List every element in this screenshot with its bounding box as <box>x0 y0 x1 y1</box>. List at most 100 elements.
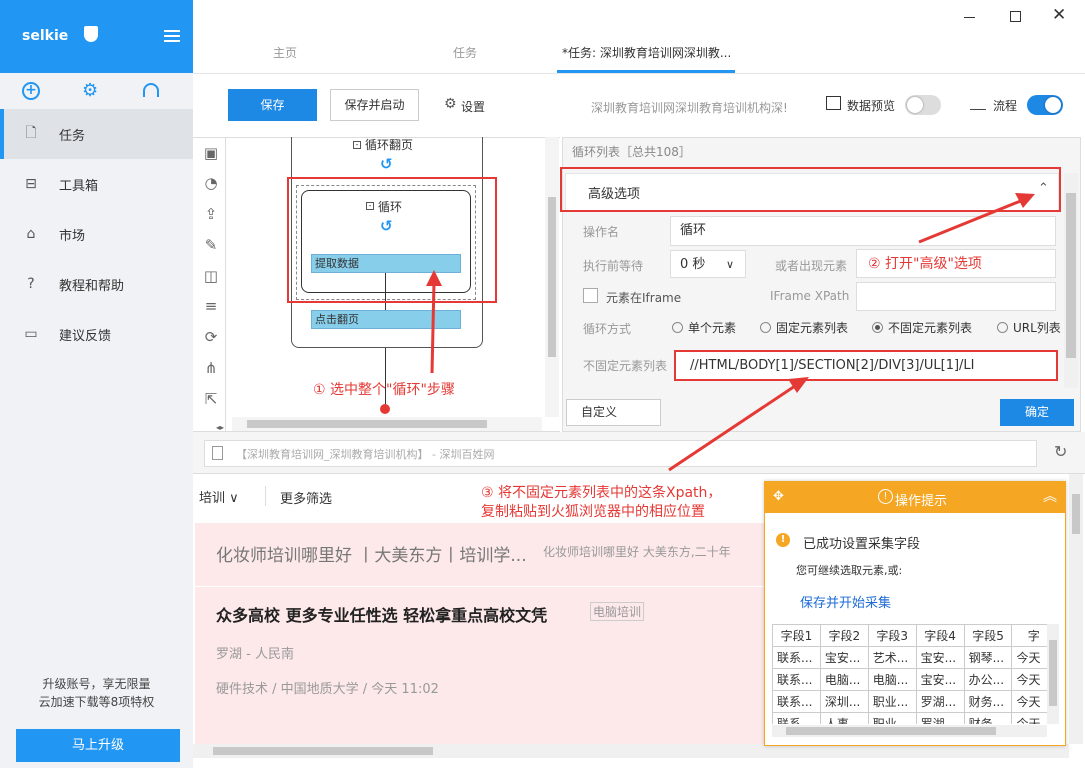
table-header-cell: 字段3 <box>867 624 917 647</box>
info-icon: ! <box>878 489 893 504</box>
table-cell: 电脑... <box>867 668 917 691</box>
page-hscrollbar[interactable] <box>193 744 1069 758</box>
settings-link[interactable]: 设置 <box>461 98 485 115</box>
custom-button[interactable]: 自定义 <box>566 399 661 426</box>
expand-icon[interactable]: ◂▸ <box>216 423 224 432</box>
settings-gear-icon[interactable]: ⚙ <box>444 96 457 112</box>
mode-url-list[interactable]: URL列表 <box>997 319 1061 336</box>
task-title: 深圳教育培训网深圳教育培训机构深! <box>591 101 788 115</box>
collapse-up-icon[interactable]: ︽ <box>1043 486 1057 506</box>
table-cell: 人事... <box>819 712 869 724</box>
listing-2-title[interactable]: 众多高校 更多专业任性选 轻松拿重点高校文凭 <box>216 602 547 626</box>
loop-icon[interactable]: ⟳ <box>201 328 221 348</box>
table-header-cell: 字段2 <box>819 624 869 647</box>
bag-icon: ⌂ <box>26 226 36 242</box>
annotation-3-line2: 复制粘贴到火狐浏览器中的相应位置 <box>481 504 705 520</box>
table-cell: 联系... <box>772 712 821 724</box>
mode-single[interactable]: 单个元素 <box>672 319 736 336</box>
mouse-icon[interactable]: ◔ <box>201 174 221 194</box>
sidebar-item-help[interactable]: ? 教程和帮助 <box>0 259 193 309</box>
annotation-arrow-3 <box>668 377 809 472</box>
table-cell: 宝安... <box>915 668 965 691</box>
branch-icon[interactable]: ⋔ <box>201 359 221 379</box>
tab-home[interactable]: 主页 <box>273 44 297 61</box>
chevron-down-icon: ∨ <box>726 258 735 271</box>
collapse-icon[interactable]: - <box>353 141 361 149</box>
table-cell: 办公... <box>963 668 1013 691</box>
capture-icon[interactable]: ◫ <box>201 267 221 287</box>
divider <box>225 137 226 432</box>
iframe-xpath-input[interactable] <box>856 282 1056 311</box>
radio-icon <box>872 322 883 333</box>
table-header-row: 字段1 字段2 字段3 字段4 字段5 字 <box>772 624 1056 647</box>
wait-select[interactable]: 0 秒 ∨ <box>670 250 746 278</box>
pointer-icon[interactable]: ⇱ <box>201 390 221 410</box>
flow-end-icon <box>380 404 390 414</box>
table-row[interactable]: 联系... 电脑... 电脑... 宝安... 办公... 今天 <box>772 668 1056 691</box>
table-header-cell: 字段4 <box>915 624 965 647</box>
flow-vscrollbar[interactable] <box>545 137 559 417</box>
save-button[interactable]: 保存 <box>228 89 317 121</box>
mode-label: URL列表 <box>1013 321 1061 335</box>
annotation-1: ① 选中整个"循环"步骤 <box>313 382 455 398</box>
table-scrollbar[interactable] <box>1047 624 1059 724</box>
upload-icon[interactable]: ⇪ <box>201 205 221 225</box>
iframe-checkbox[interactable] <box>583 288 598 303</box>
tab-current-task[interactable]: *任务: 深圳教育培训网深圳教... <box>562 44 731 61</box>
insert-icon[interactable]: ▣ <box>201 144 221 164</box>
table-cell: 电脑... <box>819 668 869 691</box>
more-filters[interactable]: 更多筛选 <box>280 488 332 507</box>
annotation-3-line1: ③ 将不固定元素列表中的这条Xpath， <box>481 485 722 501</box>
annotation-box-loop <box>287 177 497 303</box>
sidebar-item-market[interactable]: ⌂ 市场 <box>0 209 193 259</box>
page-icon <box>212 446 223 460</box>
sidebar-item-label: 任务 <box>59 128 86 144</box>
refresh-icon[interactable]: ↻ <box>1054 442 1067 461</box>
gear-icon[interactable]: ⚙ <box>82 80 98 101</box>
listing-1-desc: 化妆师培训哪里好 大美东方,二十年 <box>543 545 731 559</box>
headset-icon[interactable] <box>143 83 159 97</box>
table-hscrollbar[interactable] <box>772 725 1047 737</box>
table-row[interactable]: 联系... 人事... 职业... 罗湖... 财务... 今天 <box>772 712 1056 724</box>
listing-1-title[interactable]: 化妆师培训哪里好 丨大美东方丨培训学... <box>216 541 527 566</box>
page-scrollbar[interactable] <box>1069 474 1083 744</box>
fields-table-container: 字段1 字段2 字段3 字段4 字段5 字 联系... 宝安... 艺术... 宝安... 钢琴.… <box>772 624 1056 724</box>
move-icon[interactable]: ✥ <box>773 489 784 504</box>
flow-hscrollbar[interactable] <box>232 417 542 431</box>
table-header-cell: 字段1 <box>772 624 821 647</box>
mode-label: 不固定元素列表 <box>888 321 973 335</box>
tip-title: 操作提示 <box>895 494 948 509</box>
ok-button[interactable]: 确定 <box>1000 399 1074 426</box>
app-logo: selkie <box>22 28 69 44</box>
mode-fixed-list[interactable]: 固定元素列表 <box>760 319 848 336</box>
close-icon[interactable]: ✕ <box>1052 5 1066 25</box>
add-icon[interactable]: + <box>22 82 40 100</box>
list-icon[interactable]: ≡ <box>201 297 221 317</box>
flow-toggle[interactable] <box>1027 95 1063 115</box>
listing-2-tag: 电脑培训 <box>590 602 645 621</box>
data-preview-toggle[interactable] <box>905 95 941 115</box>
tip-continue: 您可继续选取元素,或: <box>796 564 903 577</box>
tab-tasks[interactable]: 任务 <box>453 44 477 61</box>
loop-arrow-icon: ↺ <box>380 155 393 173</box>
sidebar-item-toolbox[interactable]: ⊟ 工具箱 <box>0 159 193 209</box>
panel-scrollbar[interactable] <box>1064 173 1078 388</box>
table-row[interactable]: 联系... 深圳... 职业... 罗湖... 财务... 今天 <box>772 690 1056 713</box>
menu-icon[interactable] <box>164 30 180 42</box>
minimize-icon[interactable] <box>964 17 975 18</box>
edit-icon[interactable]: ✎ <box>201 236 221 256</box>
toolbox-icon: ⊟ <box>25 176 37 192</box>
upgrade-button[interactable]: 马上升级 <box>16 729 180 762</box>
annotation-arrow-1 <box>426 270 442 374</box>
filter-training[interactable]: 培训 ∨ <box>199 487 239 506</box>
sidebar-item-feedback[interactable]: ▭ 建议反馈 <box>0 309 193 359</box>
save-start-button[interactable]: 保存并启动 <box>330 89 419 121</box>
save-start-link[interactable]: 保存并开始采集 <box>800 592 891 611</box>
table-row[interactable]: 联系... 宝安... 艺术... 宝安... 钢琴... 今天 <box>772 646 1056 669</box>
table-cell: 罗湖... <box>915 690 965 713</box>
sidebar-item-tasks[interactable]: 🗋 任务 <box>0 109 193 159</box>
data-preview-label: 数据预览 <box>847 99 896 113</box>
maximize-icon[interactable] <box>1010 11 1021 22</box>
or-element-label: 或者出现元素 <box>775 259 848 273</box>
mode-unfixed-list[interactable]: 不固定元素列表 <box>872 319 972 336</box>
